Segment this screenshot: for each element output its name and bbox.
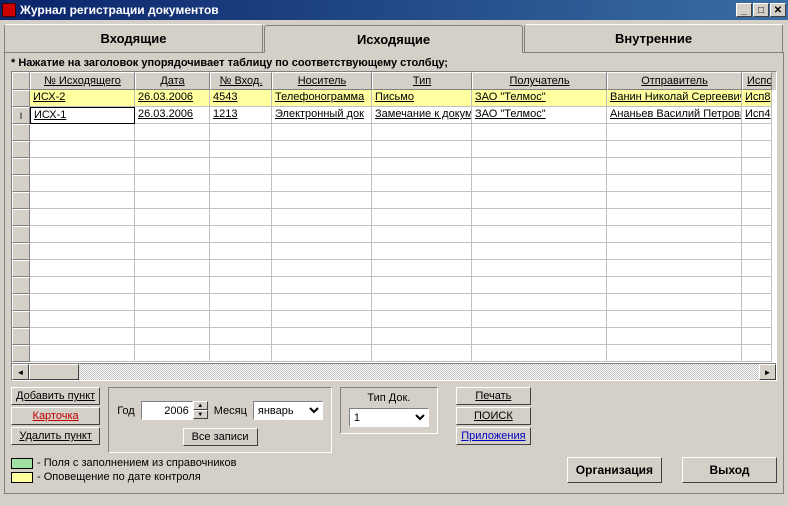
exit-button[interactable]: Выход xyxy=(682,457,777,483)
cell-exec[interactable]: Исп8 xyxy=(742,90,772,107)
header-type[interactable]: Тип xyxy=(372,72,472,90)
row-marker-icon xyxy=(12,90,30,107)
table-row-empty xyxy=(12,243,776,260)
scroll-right-icon[interactable]: ► xyxy=(759,364,776,380)
grid-header: № Исходящего Дата № Вход. Носитель Тип П… xyxy=(12,72,776,90)
search-button[interactable]: ПОИСК xyxy=(456,407,531,425)
sort-hint: * Нажатие на заголовок упорядочивает таб… xyxy=(11,55,777,71)
month-select[interactable]: январь xyxy=(253,401,323,420)
scroll-thumb[interactable] xyxy=(29,364,79,380)
card-button[interactable]: Карточка xyxy=(11,407,100,425)
add-button[interactable]: Добавить пункт xyxy=(11,387,100,405)
table-row-empty xyxy=(12,141,776,158)
cell-outno[interactable]: ИСХ-2 xyxy=(30,90,135,107)
month-label: Месяц xyxy=(214,405,247,417)
table-row-empty xyxy=(12,277,776,294)
cell-recipient[interactable]: ЗАО "Телмос" xyxy=(472,107,607,124)
header-exec[interactable]: Испо xyxy=(742,72,772,90)
table-row[interactable]: I ИСХ-1 26.03.2006 1213 Электронный док … xyxy=(12,107,776,124)
cell-outno[interactable]: ИСХ-1 xyxy=(30,107,135,124)
doctype-group: Тип Док. 1 xyxy=(340,387,438,434)
doctype-select[interactable]: 1 xyxy=(349,408,429,427)
legend-swatch-green xyxy=(11,458,33,469)
data-grid: № Исходящего Дата № Вход. Носитель Тип П… xyxy=(11,71,777,381)
spin-up-icon[interactable]: ▲ xyxy=(193,401,208,410)
header-sender[interactable]: Отправитель xyxy=(607,72,742,90)
window-title: Журнал регистрации документов xyxy=(20,3,736,17)
cell-carrier[interactable]: Электронный док xyxy=(272,107,372,124)
close-button[interactable]: ✕ xyxy=(770,3,786,17)
scroll-track[interactable] xyxy=(79,364,759,380)
legend-yellow-text: - Оповещение по дате контроля xyxy=(37,471,201,483)
tab-internal[interactable]: Внутренние xyxy=(524,24,783,52)
cell-carrier[interactable]: Телефонограмма xyxy=(272,90,372,107)
cell-type[interactable]: Замечание к докум xyxy=(372,107,472,124)
grid-body: ИСХ-2 26.03.2006 4543 Телефонограмма Пис… xyxy=(12,90,776,363)
row-marker-edit-icon: I xyxy=(12,107,30,124)
table-row-empty xyxy=(12,158,776,175)
doctype-label: Тип Док. xyxy=(367,392,410,404)
cell-date[interactable]: 26.03.2006 xyxy=(135,107,210,124)
year-label: Год xyxy=(117,405,135,417)
header-date[interactable]: Дата xyxy=(135,72,210,90)
year-spinner[interactable]: ▲ ▼ xyxy=(141,401,208,420)
tab-bar: Входящие Исходящие Внутренние xyxy=(4,24,784,52)
minimize-button[interactable]: _ xyxy=(736,3,752,17)
table-row-empty xyxy=(12,328,776,345)
cell-recipient[interactable]: ЗАО "Телмос" xyxy=(472,90,607,107)
year-input[interactable] xyxy=(141,401,193,420)
cell-exec[interactable]: Исп4 xyxy=(742,107,772,124)
header-marker xyxy=(12,72,30,90)
remove-button[interactable]: Удалить пункт xyxy=(11,427,100,445)
tab-incoming[interactable]: Входящие xyxy=(4,24,263,52)
table-row-empty xyxy=(12,226,776,243)
print-button[interactable]: Печать xyxy=(456,387,531,405)
maximize-button[interactable]: □ xyxy=(753,3,769,17)
attachments-button[interactable]: Приложения xyxy=(456,427,531,445)
year-month-group: Год ▲ ▼ Месяц январь Все записи xyxy=(108,387,332,453)
scroll-left-icon[interactable]: ◄ xyxy=(12,364,29,380)
legend-swatch-yellow xyxy=(11,472,33,483)
table-row-empty xyxy=(12,311,776,328)
cell-type[interactable]: Письмо xyxy=(372,90,472,107)
legend-green-text: - Поля с заполнением из справочников xyxy=(37,457,236,469)
cell-inno[interactable]: 1213 xyxy=(210,107,272,124)
all-records-button[interactable]: Все записи xyxy=(183,428,258,446)
table-row-empty xyxy=(12,294,776,311)
header-carrier[interactable]: Носитель xyxy=(272,72,372,90)
header-outno[interactable]: № Исходящего xyxy=(30,72,135,90)
header-recipient[interactable]: Получатель xyxy=(472,72,607,90)
title-bar: Журнал регистрации документов _ □ ✕ xyxy=(0,0,788,20)
table-row-empty xyxy=(12,345,776,362)
table-row-empty xyxy=(12,260,776,277)
tab-outgoing[interactable]: Исходящие xyxy=(264,25,523,53)
legend: - Поля с заполнением из справочников - О… xyxy=(11,453,567,487)
cell-sender[interactable]: Ананьев Василий Петрови xyxy=(607,107,742,124)
table-row-empty xyxy=(12,192,776,209)
main-panel: * Нажатие на заголовок упорядочивает таб… xyxy=(4,52,784,494)
spin-down-icon[interactable]: ▼ xyxy=(193,410,208,419)
cell-date[interactable]: 26.03.2006 xyxy=(135,90,210,107)
horizontal-scrollbar[interactable]: ◄ ► xyxy=(12,363,776,380)
header-inno[interactable]: № Вход. xyxy=(210,72,272,90)
bottom-row: - Поля с заполнением из справочников - О… xyxy=(11,453,777,487)
organization-button[interactable]: Организация xyxy=(567,457,662,483)
table-row-empty xyxy=(12,209,776,226)
app-icon xyxy=(2,3,16,17)
table-row-empty xyxy=(12,175,776,192)
cell-sender[interactable]: Ванин Николай Сергеевич xyxy=(607,90,742,107)
cell-inno[interactable]: 4543 xyxy=(210,90,272,107)
table-row-empty xyxy=(12,124,776,141)
table-row[interactable]: ИСХ-2 26.03.2006 4543 Телефонограмма Пис… xyxy=(12,90,776,107)
controls-row: Добавить пункт Карточка Удалить пункт Го… xyxy=(11,381,777,453)
